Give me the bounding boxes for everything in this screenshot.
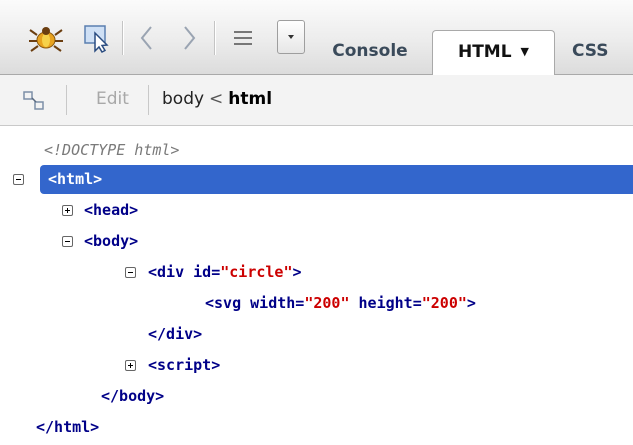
tree-node-body[interactable]: <body> bbox=[84, 227, 138, 256]
collapse-toggle-body[interactable] bbox=[62, 236, 73, 247]
attr-height-value[interactable]: "200" bbox=[422, 294, 467, 312]
tag-script: <script> bbox=[148, 356, 221, 374]
dropdown-arrow-icon bbox=[288, 35, 294, 39]
breadcrumb-item-html[interactable]: html bbox=[228, 89, 272, 109]
tab-css-label: CSS bbox=[572, 40, 609, 61]
tag-div-open: <div bbox=[148, 263, 194, 281]
inspect-cursor-icon[interactable] bbox=[80, 22, 114, 54]
tree-node-html-close[interactable]: </html> bbox=[36, 413, 99, 442]
breadcrumb-item-body[interactable]: body bbox=[162, 89, 204, 109]
edit-button[interactable]: Edit bbox=[96, 89, 129, 109]
toolbar-separator bbox=[214, 21, 216, 55]
tree-node-script[interactable]: <script> bbox=[148, 351, 220, 380]
attr-width-value[interactable]: "200" bbox=[304, 294, 349, 312]
forward-icon[interactable] bbox=[174, 22, 204, 54]
toolbar-separator bbox=[122, 21, 124, 55]
selection-highlight bbox=[40, 165, 633, 194]
tag-div-bracket: > bbox=[292, 263, 302, 281]
attr-width: width= bbox=[250, 294, 305, 312]
expand-toggle-head[interactable] bbox=[62, 205, 73, 216]
tag-div-close: </div> bbox=[148, 325, 203, 343]
tab-console-label: Console bbox=[332, 40, 408, 61]
tree-node-html[interactable]: <html> bbox=[48, 165, 102, 194]
attr-height: height= bbox=[349, 294, 422, 312]
breadcrumb-separator bbox=[148, 85, 149, 115]
tree-node-head[interactable]: <head> bbox=[84, 196, 138, 225]
tab-console[interactable]: Console bbox=[315, 30, 425, 75]
tab-html[interactable]: HTML ▼ bbox=[432, 30, 555, 76]
inspect-element-icon[interactable] bbox=[22, 89, 46, 117]
tag-body-open: <body> bbox=[84, 232, 139, 250]
tree-node-div[interactable]: <div id="circle"> bbox=[148, 258, 302, 287]
tag-head: <head> bbox=[84, 201, 139, 219]
collapse-toggle-div[interactable] bbox=[125, 267, 136, 278]
tree-node-div-close[interactable]: </div> bbox=[148, 320, 202, 349]
chevron-down-icon[interactable]: ▼ bbox=[521, 45, 529, 58]
breadcrumb: body < html bbox=[162, 89, 272, 109]
tag-body-close: </body> bbox=[101, 387, 165, 405]
tree-node-body-close[interactable]: </body> bbox=[101, 382, 164, 411]
firebug-icon[interactable] bbox=[26, 22, 66, 54]
tag-svg-open: <svg bbox=[205, 294, 251, 312]
attr-id: id= bbox=[193, 263, 221, 281]
back-icon[interactable] bbox=[132, 22, 162, 54]
panel-dropdown-button[interactable] bbox=[277, 20, 305, 54]
html-tree: <!DOCTYPE html> <html> <head> <body> <di… bbox=[0, 126, 633, 445]
tree-node-svg[interactable]: <svg width="200" height="200"> bbox=[205, 289, 476, 318]
doctype-text: <!DOCTYPE html> bbox=[44, 141, 180, 159]
breadcrumb-bar: Edit body < html bbox=[0, 75, 633, 126]
collapse-toggle-html[interactable] bbox=[13, 174, 24, 185]
tab-css[interactable]: CSS bbox=[566, 30, 633, 75]
breadcrumb-separator bbox=[66, 85, 67, 115]
toolbar: Console HTML ▼ CSS bbox=[0, 0, 633, 76]
tag-svg-bracket: > bbox=[466, 294, 476, 312]
expand-toggle-script[interactable] bbox=[125, 360, 136, 371]
tag-html-close: </html> bbox=[36, 418, 100, 436]
tag-html-open: <html> bbox=[48, 170, 103, 188]
tree-node-doctype[interactable]: <!DOCTYPE html> bbox=[44, 136, 179, 165]
attr-id-value[interactable]: "circle" bbox=[220, 263, 292, 281]
breadcrumb-chevron: < bbox=[209, 89, 224, 109]
menu-icon[interactable] bbox=[226, 22, 260, 54]
tab-html-label: HTML bbox=[457, 41, 512, 62]
